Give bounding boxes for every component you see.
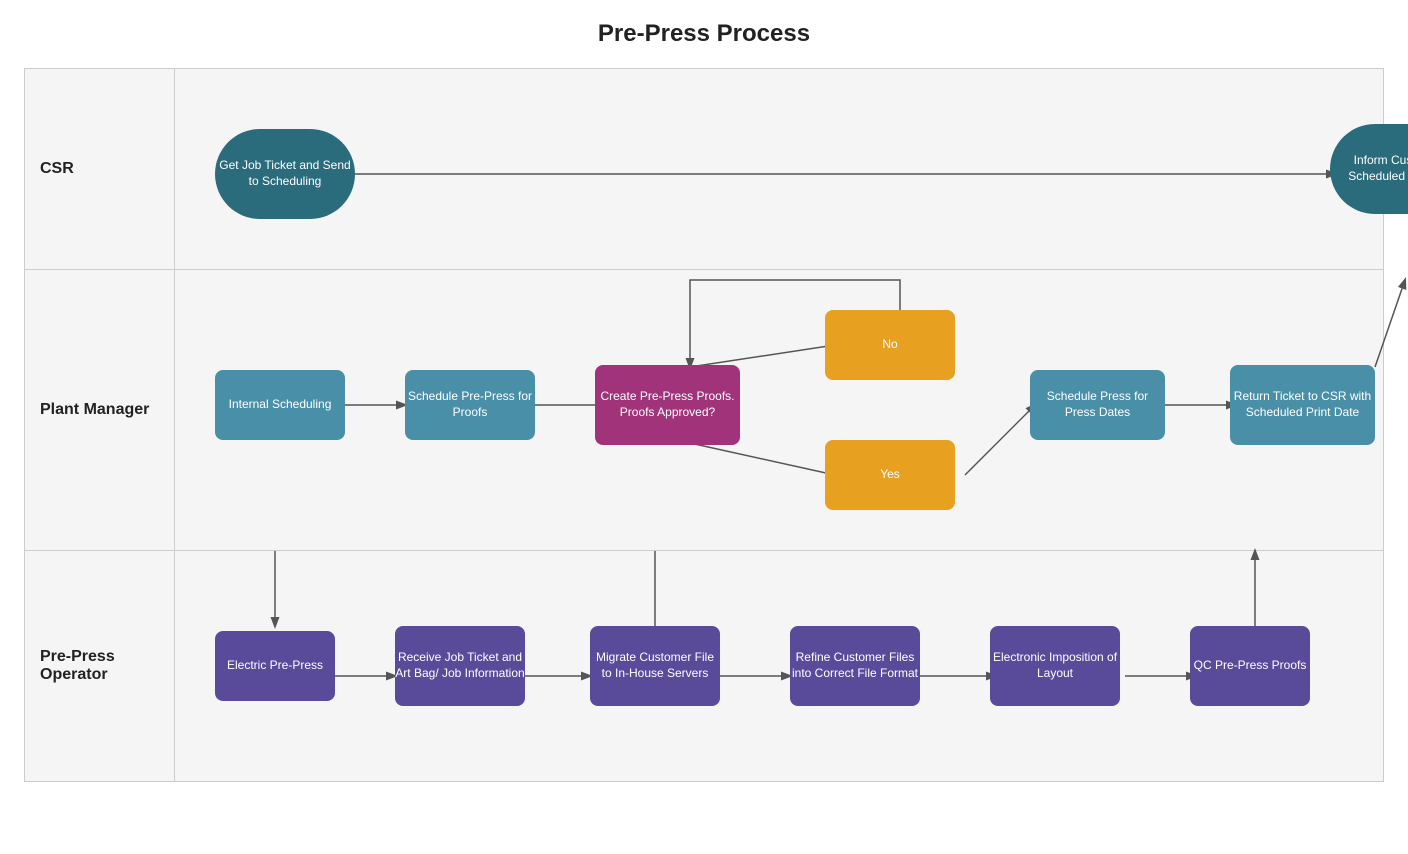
node-yes: Yes <box>825 440 955 510</box>
lane-label-prepress: Pre-Press Operator <box>25 551 175 781</box>
lane-content-csr: Get Job Ticket and Send to Scheduling In… <box>175 69 1383 269</box>
lane-csr: CSR Get Job Ticket and Send to Schedulin… <box>25 69 1383 270</box>
node-schedule-press: Schedule Press for Press Dates <box>1030 370 1165 440</box>
node-no: No <box>825 310 955 380</box>
node-schedule-prepress: Schedule Pre-Press for Proofs <box>405 370 535 440</box>
node-get-job-ticket: Get Job Ticket and Send to Scheduling <box>215 129 355 219</box>
arrows-csr <box>175 69 1383 269</box>
diagram-container: CSR Get Job Ticket and Send to Schedulin… <box>24 68 1384 782</box>
lane-label-csr: CSR <box>25 69 175 269</box>
node-electronic-imposition: Electronic Imposition of Layout <box>990 626 1120 706</box>
page-title: Pre-Press Process <box>20 20 1388 48</box>
lane-label-plant: Plant Manager <box>25 270 175 550</box>
lane-plant: Plant Manager <box>25 270 1383 551</box>
node-receive-job-ticket: Receive Job Ticket and Art Bag/ Job Info… <box>395 626 525 706</box>
node-migrate-file: Migrate Customer File to In-House Server… <box>590 626 720 706</box>
node-inform-customer: Inform Customer of Scheduled Print Date <box>1330 124 1408 214</box>
node-internal-scheduling: Internal Scheduling <box>215 370 345 440</box>
arrows-plant <box>175 270 1383 550</box>
lane-content-prepress: Electric Pre-Press Receive Job Ticket an… <box>175 551 1383 781</box>
node-create-proofs: Create Pre-Press Proofs. Proofs Approved… <box>595 365 740 445</box>
node-qc-proofs: QC Pre-Press Proofs <box>1190 626 1310 706</box>
lane-content-plant: Internal Scheduling Schedule Pre-Press f… <box>175 270 1383 550</box>
node-refine-files: Refine Customer Files into Correct File … <box>790 626 920 706</box>
lane-prepress: Pre-Press Operator <box>25 551 1383 781</box>
node-return-ticket: Return Ticket to CSR with Scheduled Prin… <box>1230 365 1375 445</box>
node-electric-prepress: Electric Pre-Press <box>215 631 335 701</box>
